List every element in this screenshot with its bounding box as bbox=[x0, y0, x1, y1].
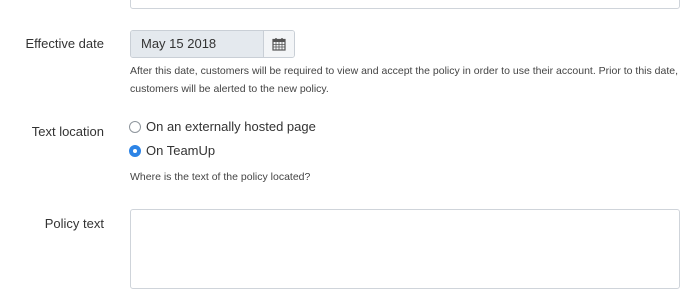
previous-field-input[interactable] bbox=[130, 0, 680, 9]
effective-date-help-line1: After this date, customers will be requi… bbox=[130, 65, 679, 77]
radio-option-label[interactable]: On an externally hosted page bbox=[146, 119, 316, 134]
calendar-icon bbox=[272, 38, 286, 51]
text-location-label: Text location bbox=[31, 124, 104, 139]
policy-text-label: Policy text bbox=[44, 216, 104, 231]
radio-option-teamup[interactable]: On TeamUp bbox=[129, 143, 215, 158]
radio-option-label[interactable]: On TeamUp bbox=[146, 143, 215, 158]
radio-option-external[interactable]: On an externally hosted page bbox=[129, 119, 316, 134]
policy-text-area[interactable] bbox=[130, 209, 680, 289]
effective-date-label: Effective date bbox=[25, 36, 104, 51]
effective-date-help-line2: customers will be alerted to the new pol… bbox=[130, 83, 329, 95]
radio-button-selected[interactable] bbox=[129, 144, 141, 157]
text-location-help: Where is the text of the policy located? bbox=[130, 171, 311, 183]
calendar-button[interactable] bbox=[264, 31, 294, 57]
effective-date-picker[interactable]: May 15 2018 bbox=[130, 30, 295, 58]
effective-date-input[interactable]: May 15 2018 bbox=[131, 31, 264, 57]
radio-button[interactable] bbox=[129, 120, 141, 133]
